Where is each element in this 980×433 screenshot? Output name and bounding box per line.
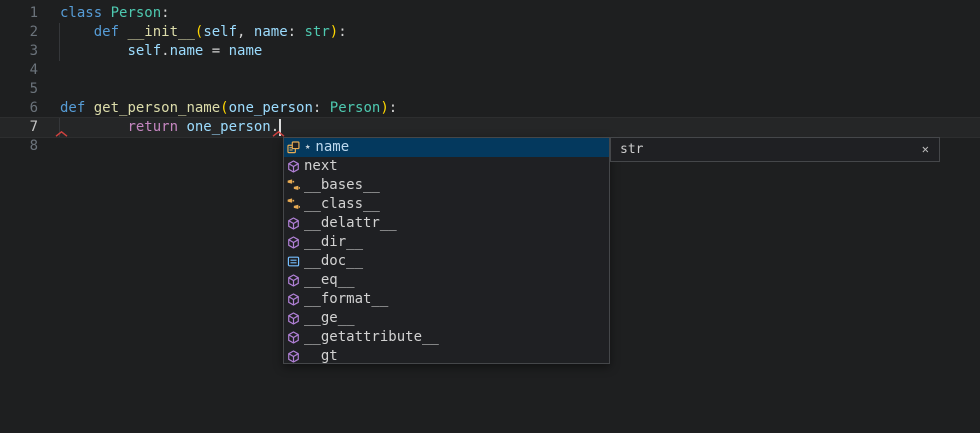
method-icon bbox=[287, 160, 304, 173]
code-line: self.name = name bbox=[60, 42, 397, 61]
autocomplete-popup: ★namenext__bases____class____delattr____… bbox=[283, 137, 610, 364]
code-line bbox=[60, 61, 397, 80]
suggestion-item[interactable]: __getattribute__ bbox=[284, 328, 609, 347]
suggest-details-panel: str ✕ bbox=[610, 137, 940, 162]
code-editor[interactable]: 12345678 class Person: def __init__(self… bbox=[0, 0, 980, 433]
suggestion-label: __class__ bbox=[304, 195, 380, 214]
code-line bbox=[60, 80, 397, 99]
suggestion-item[interactable]: __gt__ bbox=[284, 347, 609, 364]
suggestion-label: __delattr__ bbox=[304, 214, 397, 233]
suggestion-item[interactable]: __delattr__ bbox=[284, 214, 609, 233]
suggestion-label: __format__ bbox=[304, 290, 388, 309]
class-icon bbox=[287, 179, 304, 192]
suggestion-type-info: str bbox=[611, 142, 643, 157]
suggestion-item[interactable]: __eq__ bbox=[284, 271, 609, 290]
suggestion-item[interactable]: ★ name bbox=[284, 138, 609, 157]
star-icon: ★ bbox=[305, 138, 310, 157]
suggestion-item[interactable]: __format__ bbox=[284, 290, 609, 309]
suggestion-item[interactable]: __ge__ bbox=[284, 309, 609, 328]
field-icon bbox=[287, 141, 304, 154]
suggestion-label: __getattribute__ bbox=[304, 328, 439, 347]
method-icon bbox=[287, 293, 304, 306]
code-area[interactable]: class Person: def __init__(self, name: s… bbox=[60, 4, 397, 156]
method-icon bbox=[287, 217, 304, 230]
line-number: 4 bbox=[0, 61, 38, 80]
method-icon bbox=[287, 350, 304, 363]
line-number: 7 bbox=[0, 118, 38, 137]
line-number: 1 bbox=[0, 4, 38, 23]
method-icon bbox=[287, 274, 304, 287]
suggestion-item[interactable]: __dir__ bbox=[284, 233, 609, 252]
class-icon bbox=[287, 198, 304, 211]
suggestion-label: __bases__ bbox=[304, 176, 380, 195]
line-number: 5 bbox=[0, 80, 38, 99]
suggestion-label: __eq__ bbox=[304, 271, 355, 290]
code-line: class Person: bbox=[60, 4, 397, 23]
code-line: return one_person. bbox=[60, 118, 397, 137]
line-number-gutter[interactable]: 12345678 bbox=[0, 4, 38, 156]
method-icon bbox=[287, 331, 304, 344]
suggestion-item[interactable]: __bases__ bbox=[284, 176, 609, 195]
doc-icon bbox=[287, 255, 304, 268]
error-squiggle bbox=[55, 131, 68, 137]
method-icon bbox=[287, 312, 304, 325]
code-line: def get_person_name(one_person: Person): bbox=[60, 99, 397, 118]
line-number: 2 bbox=[0, 23, 38, 42]
close-button[interactable]: ✕ bbox=[916, 137, 939, 162]
method-icon bbox=[287, 236, 304, 249]
suggestion-label: next bbox=[304, 157, 338, 176]
suggestion-label: __ge__ bbox=[304, 309, 355, 328]
suggestion-label: __gt__ bbox=[304, 347, 355, 364]
close-icon: ✕ bbox=[922, 142, 929, 156]
suggestion-item[interactable]: __class__ bbox=[284, 195, 609, 214]
suggestion-label: name bbox=[315, 138, 349, 157]
suggestion-item[interactable]: __doc__ bbox=[284, 252, 609, 271]
code-line: def __init__(self, name: str): bbox=[60, 23, 397, 42]
line-number: 3 bbox=[0, 42, 38, 61]
suggestion-label: __dir__ bbox=[304, 233, 363, 252]
suggestion-label: __doc__ bbox=[304, 252, 363, 271]
line-number: 6 bbox=[0, 99, 38, 118]
suggestion-item[interactable]: next bbox=[284, 157, 609, 176]
line-number: 8 bbox=[0, 137, 38, 156]
